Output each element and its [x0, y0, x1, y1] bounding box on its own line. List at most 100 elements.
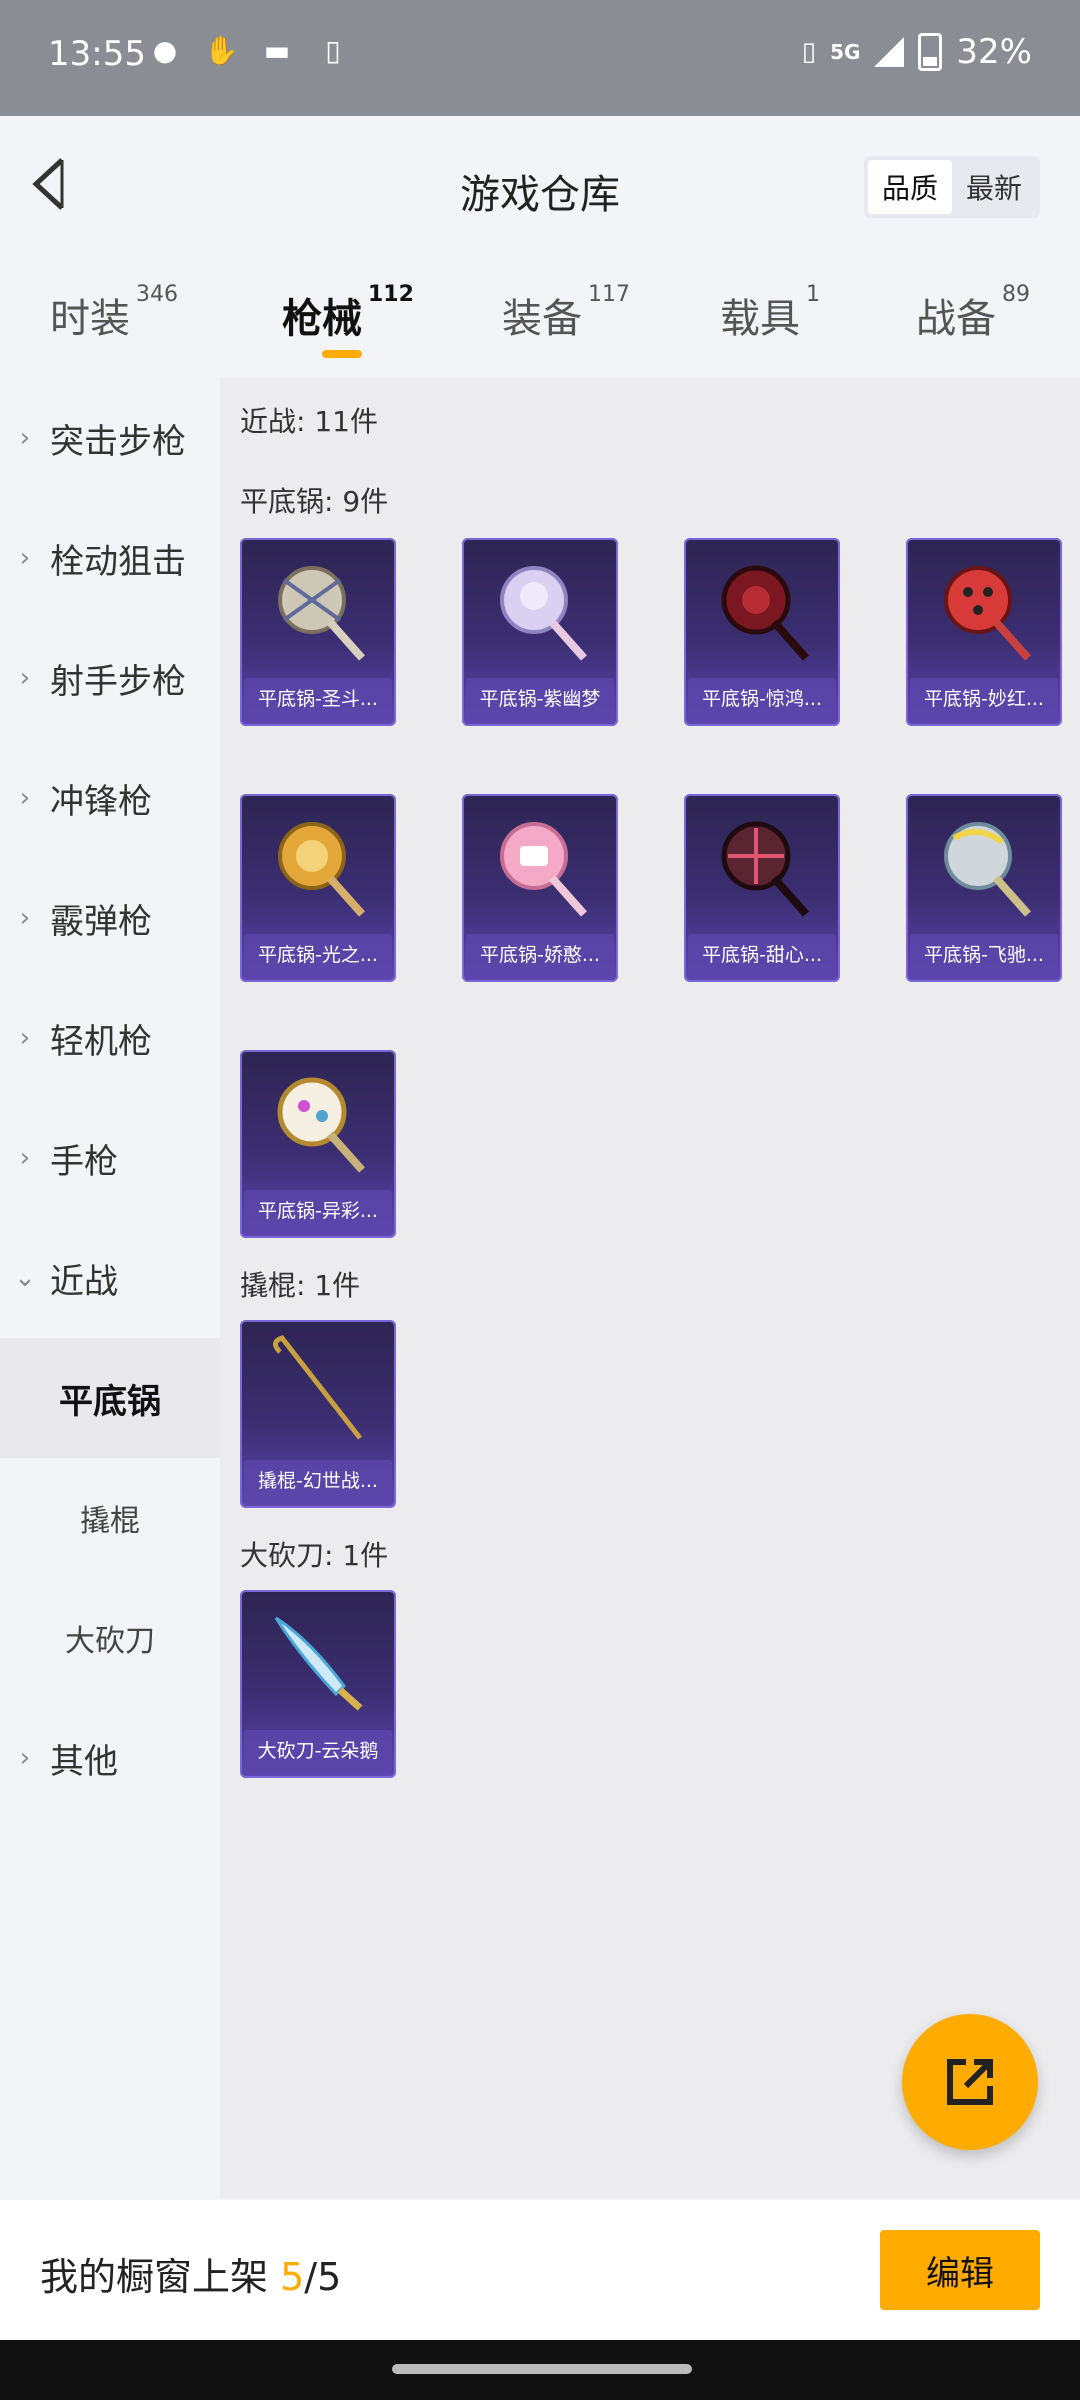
item-name: 平底锅-紫幽梦 [466, 678, 614, 720]
tab-count: 89 [1002, 282, 1030, 307]
sidebar-item-label: 其他 [50, 1741, 118, 1782]
frying-pan-icon [500, 566, 587, 661]
sidebar-item-smg[interactable]: › 冲锋枪 [0, 738, 220, 858]
battery-icon [918, 33, 943, 71]
showcase-status: 我的橱窗上架 5/5 [40, 2246, 341, 2301]
item-card[interactable]: 平底锅-娇憨... [462, 794, 618, 982]
crowbar-icon [273, 1335, 362, 1440]
sidebar-item-shotgun[interactable]: › 霰弹枪 [0, 858, 220, 978]
sidebar-sub-pan[interactable]: 平底锅 [0, 1338, 220, 1458]
section-melee-header: 近战: 11件 [240, 405, 378, 438]
item-card[interactable]: 平底锅-紫幽梦 [462, 538, 618, 726]
section-machete-header: 大砍刀: 1件 [240, 1539, 389, 1572]
tab-equipment[interactable]: 装备117 [502, 282, 630, 344]
tab-fashion[interactable]: 时装346 [50, 282, 178, 344]
category-tabs: 时装346 枪械112 装备117 载具1 战备89 [0, 256, 1080, 378]
chevron-right-icon: › [19, 1743, 31, 1773]
system-nav-bar [0, 2340, 1080, 2400]
item-name: 大砍刀-云朵鹅 [244, 1730, 392, 1772]
external-link-icon [947, 2059, 993, 2105]
tab-count: 346 [136, 282, 178, 307]
sidebar-item-melee[interactable]: ⌄ 近战 [0, 1218, 220, 1338]
section-pan-header: 平底锅: 9件 [240, 485, 389, 518]
item-card[interactable]: 平底锅-光之... [240, 794, 396, 982]
item-name: 撬棍-幻世战... [244, 1460, 392, 1502]
section-crowbar-header: 撬棍: 1件 [240, 1269, 361, 1302]
sort-latest-button[interactable]: 最新 [952, 160, 1036, 214]
chevron-right-icon: › [19, 1023, 31, 1053]
item-name: 平底锅-甜心... [688, 934, 836, 976]
machete-icon [274, 1616, 363, 1711]
frying-pan-icon [277, 1077, 365, 1173]
item-card[interactable]: 平底锅-甜心... [684, 794, 840, 982]
tab-label: 枪械 [282, 296, 362, 342]
signal-icon [874, 37, 905, 67]
tab-count: 117 [588, 282, 630, 307]
sort-quality-button[interactable]: 品质 [868, 160, 952, 214]
chevron-right-icon: › [19, 543, 31, 573]
item-card[interactable]: 撬棍-幻世战... [240, 1320, 396, 1508]
home-gesture-handle[interactable] [392, 2364, 692, 2374]
item-name: 平底锅-娇憨... [466, 934, 614, 976]
tab-combat-supplies[interactable]: 战备89 [916, 282, 1030, 344]
frying-pan-icon [500, 822, 587, 917]
showcase-bar: 我的橱窗上架 5/5 编辑 [0, 2200, 1080, 2340]
active-tab-indicator [322, 350, 362, 358]
sidebar-item-assault-rifle[interactable]: › 突击步枪 [0, 378, 220, 498]
sidebar-item-label: 手枪 [50, 1141, 118, 1182]
chevron-down-icon: ⌄ [14, 1263, 36, 1293]
hand-icon: ✋ [204, 34, 239, 67]
chevron-right-icon: › [19, 1143, 31, 1173]
item-name: 平底锅-光之... [244, 934, 392, 976]
frying-pan-icon [278, 822, 365, 917]
tab-vehicles[interactable]: 载具1 [720, 282, 820, 344]
item-card[interactable]: 平底锅-惊鸿... [684, 538, 840, 726]
sidebar-item-label: 轻机枪 [50, 1021, 152, 1062]
sim-icon: ▯ [801, 37, 817, 67]
status-bar: 13:55 ● ✋ ▬ ▯ ▯ 5G 32% [0, 0, 1080, 116]
showcase-total: /5 [304, 2255, 342, 2299]
sidebar-sub-machete[interactable]: 大砍刀 [0, 1578, 220, 1698]
sidebar-item-bolt-sniper[interactable]: › 栓动狙击 [0, 498, 220, 618]
sidebar-item-label: 近战 [50, 1261, 118, 1302]
item-card[interactable]: 大砍刀-云朵鹅 [240, 1590, 396, 1778]
frying-pan-icon [944, 566, 1031, 661]
frying-pan-icon [278, 566, 365, 661]
sidebar-item-lmg[interactable]: › 轻机枪 [0, 978, 220, 1098]
showcase-count: 5 [280, 2255, 305, 2299]
item-name: 平底锅-惊鸿... [688, 678, 836, 720]
tab-label: 载具 [720, 296, 800, 342]
sidebar-sub-crowbar[interactable]: 撬棍 [0, 1458, 220, 1578]
item-name: 平底锅-圣斗... [244, 678, 392, 720]
sidebar-item-label: 冲锋枪 [50, 781, 152, 822]
sidebar-item-marksman-rifle[interactable]: › 射手步枪 [0, 618, 220, 738]
showcase-label: 我的橱窗上架 [40, 2255, 281, 2299]
item-card[interactable]: 平底锅-飞驰... [906, 794, 1062, 982]
item-name: 平底锅-飞驰... [910, 934, 1058, 976]
wechat-icon: ● [152, 34, 178, 67]
sidebar-item-label: 栓动狙击 [50, 541, 186, 582]
edit-button[interactable]: 编辑 [880, 2230, 1040, 2310]
item-card[interactable]: 平底锅-圣斗... [240, 538, 396, 726]
status-time: 13:55 [48, 34, 146, 74]
item-name: 平底锅-妙红... [910, 678, 1058, 720]
frying-pan-icon [944, 822, 1031, 917]
phone-sync-icon: ▯ [325, 34, 341, 67]
tab-count: 1 [806, 282, 820, 307]
frying-pan-icon [721, 821, 809, 917]
network-label: 5G [830, 40, 861, 64]
share-button[interactable] [902, 2014, 1038, 2150]
tab-label: 战备 [916, 296, 996, 342]
sidebar-item-other[interactable]: › 其他 [0, 1698, 220, 1818]
sidebar-item-label: 射手步枪 [50, 661, 186, 702]
item-card[interactable]: 平底锅-异彩... [240, 1050, 396, 1238]
app-header: 游戏仓库 品质 最新 [0, 116, 1080, 256]
item-card[interactable]: 平底锅-妙红... [906, 538, 1062, 726]
tab-label: 时装 [50, 296, 130, 342]
item-grid-area: 近战: 11件 平底锅: 9件 平底锅-圣斗... 平底锅-紫幽梦 平底锅-惊鸿… [220, 378, 1080, 2198]
sidebar: › 突击步枪 › 栓动狙击 › 射手步枪 › 冲锋枪 › 霰弹枪 › 轻机枪 › 手枪 ⌄ 近战… [0, 378, 220, 2198]
chevron-right-icon: › [19, 663, 31, 693]
sidebar-item-pistol[interactable]: › 手枪 [0, 1098, 220, 1218]
tab-guns[interactable]: 枪械112 [282, 282, 414, 344]
item-name: 平底锅-异彩... [244, 1190, 392, 1232]
